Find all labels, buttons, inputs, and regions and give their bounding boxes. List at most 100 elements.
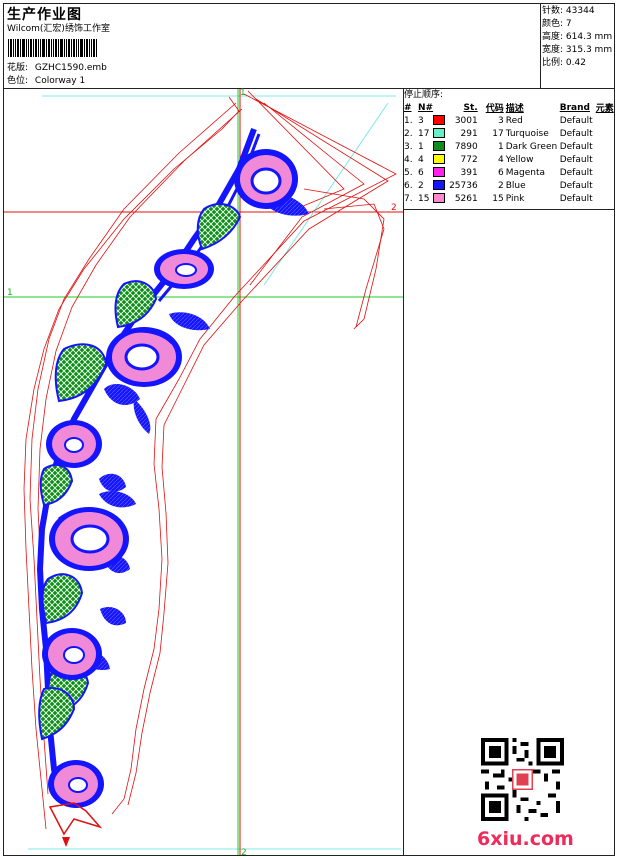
row-elem — [596, 179, 614, 192]
row-num: 4. — [404, 154, 413, 165]
color-swatch — [433, 180, 446, 191]
row-stitches: 391 — [460, 167, 478, 178]
design-preview — [4, 89, 403, 855]
row-desc: Dark Green — [505, 141, 558, 152]
row-brand: Default — [559, 193, 593, 204]
row-num: 6. — [404, 180, 413, 191]
flower-7 — [48, 760, 104, 808]
row-brand: Default — [559, 141, 593, 152]
col-st: St. — [463, 102, 478, 113]
row-code: 2 — [497, 180, 504, 191]
col-brand: Brand — [559, 102, 590, 113]
table-divider — [403, 209, 615, 210]
row-swatch — [433, 114, 449, 127]
row-elem — [596, 114, 614, 127]
color-swatch — [433, 193, 446, 204]
design-file-value: GZHC1590.emb — [34, 63, 107, 73]
height-row: 高度: 614.3 mm — [542, 31, 612, 44]
flower-6 — [42, 628, 102, 680]
row-num: 3. — [404, 141, 413, 152]
qr-code — [481, 738, 564, 821]
stitches-value: 43344 — [565, 6, 595, 16]
row-n: 1 — [418, 141, 424, 152]
guide-label-top: 1 — [240, 88, 246, 98]
embroidery-motif — [36, 127, 309, 847]
stitches-row: 针数: 43344 — [542, 5, 612, 18]
colorway-label: 色位: — [7, 76, 29, 86]
col-desc: 描述 — [505, 104, 524, 114]
design-file-row: 花版: GZHC1590.emb — [7, 62, 107, 74]
height-value: 614.3 mm — [565, 32, 613, 42]
row-num: 5. — [404, 167, 413, 178]
row-desc: Pink — [505, 193, 525, 204]
row-num: 2. — [404, 128, 413, 139]
row-stitches: 5261 — [454, 193, 478, 204]
color-row: 4. 4 772 4 Yellow Default — [404, 153, 614, 166]
col-elem: 元素 — [595, 104, 614, 114]
row-n: 2 — [418, 180, 424, 191]
guide-label-bottom: 2 — [241, 848, 247, 858]
row-n: 15 — [418, 193, 430, 204]
color-row: 6. 2 25736 2 Blue Default — [404, 179, 614, 192]
colors-label: 颜色: — [542, 19, 564, 29]
row-elem — [596, 127, 614, 140]
color-swatch — [433, 154, 446, 165]
row-stitches: 291 — [460, 128, 478, 139]
height-label: 高度: — [542, 32, 564, 42]
flower-3 — [106, 327, 182, 387]
row-stitches: 25736 — [449, 180, 478, 191]
row-stitches: 3001 — [454, 115, 478, 126]
col-num: # — [404, 102, 412, 113]
row-elem — [596, 166, 614, 179]
col-code: 代码 — [485, 104, 504, 114]
row-code: 15 — [492, 193, 504, 204]
row-brand: Default — [559, 154, 593, 165]
color-row: 3. 1 7890 1 Dark Green Default — [404, 140, 614, 153]
row-desc: Magenta — [505, 167, 545, 178]
color-swatch — [433, 115, 446, 126]
info-divider — [540, 3, 541, 88]
color-row: 5. 6 391 6 Magenta Default — [404, 166, 614, 179]
colorway-value: Colorway 1 — [34, 76, 86, 86]
sheet-title: 生产作业图 — [7, 7, 82, 23]
color-swatch — [433, 141, 446, 152]
colors-row: 颜色: 7 — [542, 18, 612, 31]
row-code: 17 — [492, 128, 504, 139]
width-label: 宽度: — [542, 45, 564, 55]
watermark-logo: 6xiu.com — [477, 828, 574, 850]
colors-value: 7 — [565, 19, 572, 29]
stop-sequence-title: 停止顺序: — [404, 90, 444, 100]
info-block: 针数: 43344 颜色: 7 高度: 614.3 mm 宽度: 315.3 m… — [542, 5, 612, 70]
row-swatch — [433, 166, 449, 179]
row-code: 6 — [497, 167, 504, 178]
stitches-label: 针数: — [542, 6, 564, 16]
color-swatch — [433, 167, 446, 178]
col-n: N# — [418, 102, 434, 113]
color-table-header: # N# St. 代码 描述 Brand 元素 — [404, 101, 614, 115]
color-swatch — [433, 128, 446, 139]
guide-label-left: 1 — [7, 288, 13, 298]
width-value: 315.3 mm — [565, 45, 613, 55]
colorway-row: 色位: Colorway 1 — [7, 75, 85, 87]
row-desc: Yellow — [505, 154, 534, 165]
row-code: 4 — [497, 154, 504, 165]
row-num: 7. — [404, 193, 413, 204]
row-code: 3 — [497, 115, 504, 126]
design-file-label: 花版: — [7, 63, 29, 73]
row-swatch — [433, 179, 449, 192]
row-brand: Default — [559, 115, 593, 126]
scale-value: 0.42 — [565, 58, 586, 68]
color-table: # N# St. 代码 描述 Brand 元素 1. 3 3001 3 Red Defau… — [404, 101, 614, 205]
row-swatch — [433, 127, 449, 140]
row-n: 6 — [418, 167, 424, 178]
flower-5 — [49, 507, 129, 571]
row-n: 3 — [418, 115, 424, 126]
color-row: 7. 15 5261 15 Pink Default — [404, 192, 614, 205]
color-row: 1. 3 3001 3 Red Default — [404, 114, 614, 127]
row-stitches: 7890 — [454, 141, 478, 152]
flower-2 — [154, 249, 214, 289]
row-swatch — [433, 192, 449, 205]
row-swatch — [433, 140, 449, 153]
color-row: 2. 17 291 17 Turquoise Default — [404, 127, 614, 140]
col-swatch — [433, 101, 449, 114]
